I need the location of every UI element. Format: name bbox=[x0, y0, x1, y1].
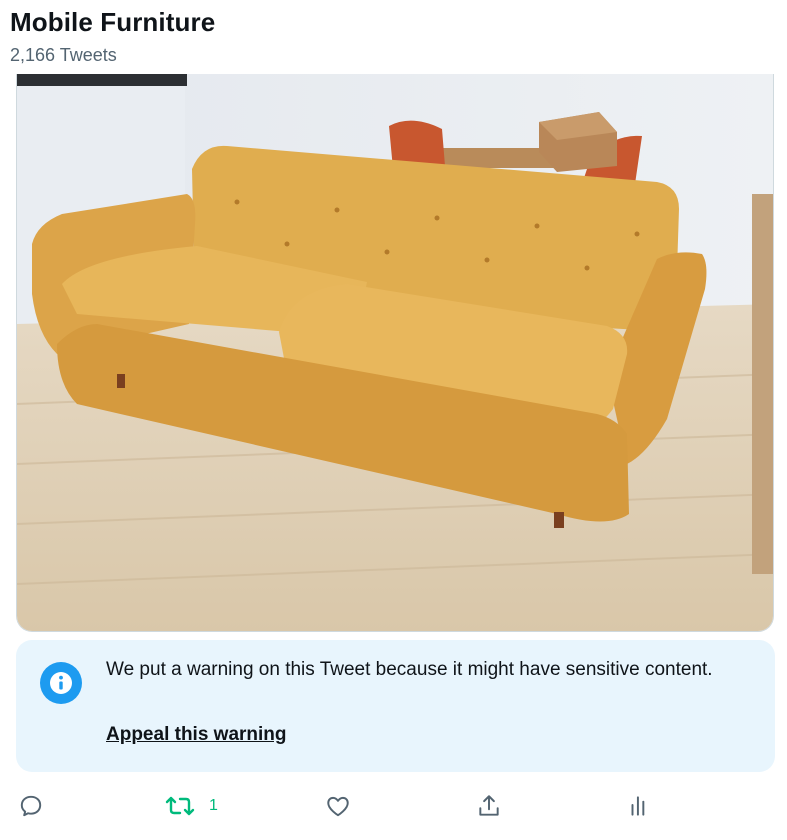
share-button[interactable] bbox=[476, 790, 502, 822]
reply-button[interactable] bbox=[18, 790, 44, 822]
share-icon bbox=[479, 795, 499, 816]
retweet-count: 1 bbox=[209, 797, 218, 814]
reply-icon bbox=[20, 795, 42, 817]
like-icon bbox=[327, 796, 349, 817]
retweet-icon bbox=[165, 796, 195, 816]
warning-message: We put a warning on this Tweet because i… bbox=[106, 659, 713, 680]
analytics-button[interactable] bbox=[626, 790, 652, 822]
tweet-media-image[interactable] bbox=[16, 74, 774, 632]
analytics-icon bbox=[631, 796, 645, 816]
tweet-count: 2,166 Tweets bbox=[10, 45, 117, 65]
appeal-warning-link[interactable]: Appeal this warning bbox=[106, 724, 287, 746]
info-icon bbox=[40, 662, 82, 704]
like-button[interactable] bbox=[325, 790, 351, 822]
retweet-button[interactable]: 1 bbox=[165, 790, 218, 822]
sensitive-content-warning: We put a warning on this Tweet because i… bbox=[16, 640, 775, 772]
sofa-photo bbox=[17, 74, 773, 631]
tweet-actions-bar: 1 bbox=[0, 784, 787, 828]
profile-header: Mobile Furniture 2,166 Tweets bbox=[0, 0, 787, 74]
profile-name: Mobile Furniture bbox=[10, 7, 216, 37]
